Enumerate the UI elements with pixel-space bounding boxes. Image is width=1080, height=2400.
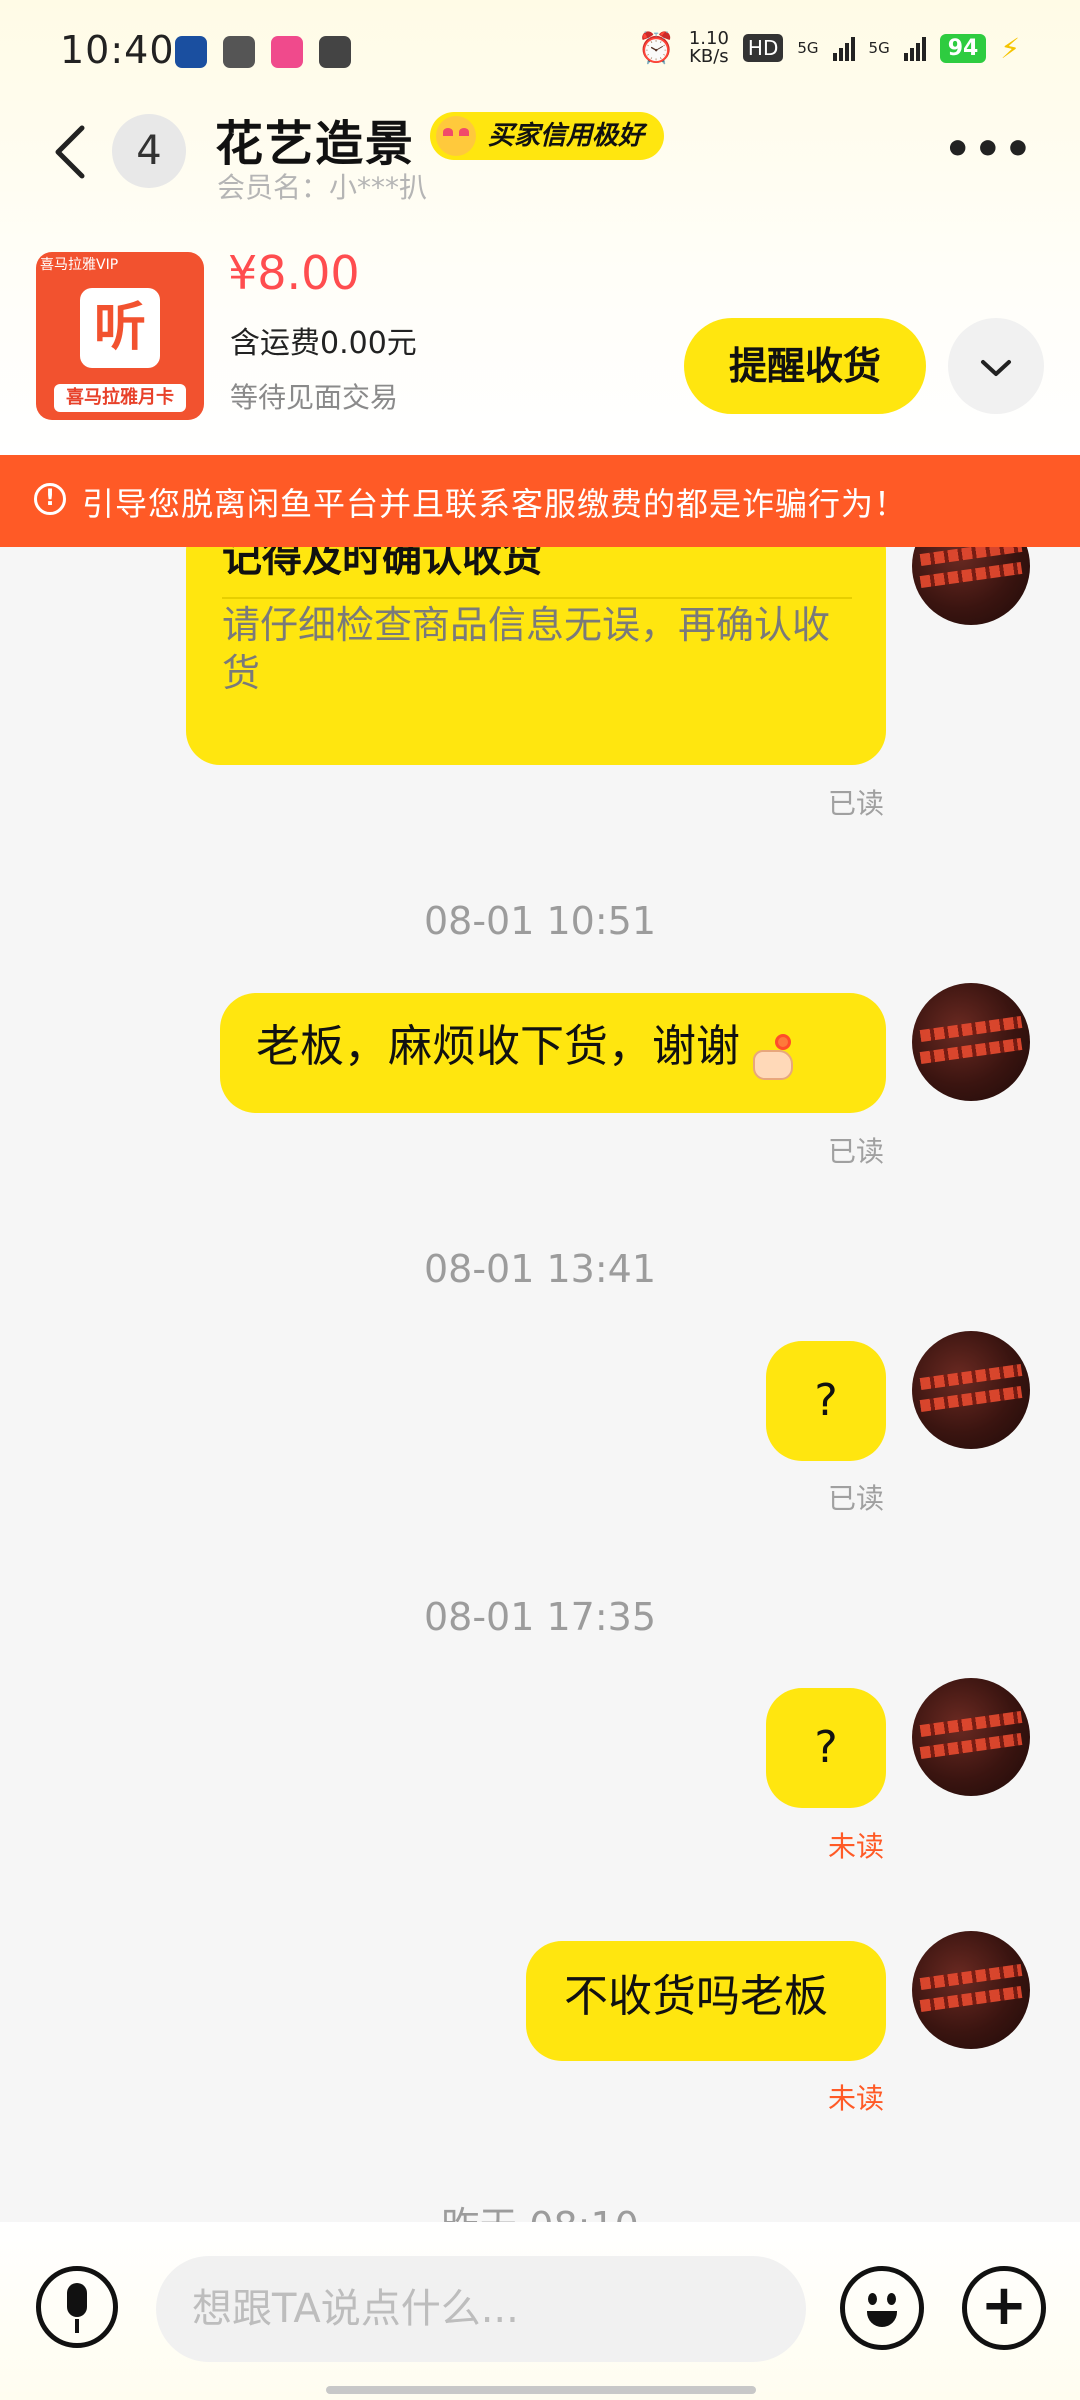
alarm-icon: ⏰ [637, 30, 675, 66]
railway-app-icon [175, 36, 207, 68]
remind-receipt-button[interactable]: 提醒收货 [684, 318, 926, 414]
chevron-down-icon[interactable] [948, 318, 1044, 414]
fraud-warning-banner: ! 引导您脱离闲鱼平台并且联系客服缴费的都是诈骗行为！ [0, 455, 1080, 547]
network-speed-unit: KB/s [689, 46, 729, 67]
message-bubble[interactable]: ? [766, 1688, 886, 1808]
battery-level: 94 [939, 33, 987, 63]
credit-badge[interactable]: 买家信用极好 [430, 112, 665, 160]
product-thumb-tag: 喜马拉雅VIP [40, 257, 119, 273]
status-indicators: ⏰ 1.10 KB/s HD 5G 5G 94 ⚡ [637, 30, 1020, 66]
signal-icon [832, 35, 855, 61]
vivo-app-icon [319, 36, 351, 68]
read-status: 已读 [827, 1482, 884, 1515]
back-arrow-icon[interactable] [48, 122, 100, 182]
more-options-icon[interactable]: ••• [944, 124, 1034, 175]
home-indicator[interactable] [326, 2386, 756, 2394]
product-price: ¥8.00 [228, 246, 360, 300]
deal-status: 等待见面交易 [230, 381, 399, 414]
status-time: 10:40 [60, 28, 175, 72]
status-notification-icons [175, 36, 351, 68]
message-text: ? [814, 1375, 838, 1426]
user-avatar[interactable] [912, 1931, 1030, 2049]
chat-partner-name[interactable]: 花艺造景 [215, 104, 415, 174]
user-avatar[interactable] [912, 983, 1030, 1101]
network-type-1-label: 5G [797, 38, 819, 57]
tip-divider [222, 597, 852, 599]
message-text: 老板，麻烦收下货，谢谢 [256, 1021, 740, 1072]
heart-eyes-emoji-icon [436, 116, 476, 156]
shipping-fee: 含运费0.00元 [230, 326, 417, 361]
thumbs-up-flower-icon [753, 1033, 799, 1080]
user-avatar[interactable] [912, 1331, 1030, 1449]
plus-icon[interactable]: + [962, 2266, 1046, 2350]
user-avatar[interactable] [912, 547, 1030, 625]
unread-status: 未读 [827, 1830, 884, 1863]
message-list[interactable]: 记得及时确认收货 请仔细检查商品信息无误，再确认收货 已读 08-01 10:5… [0, 547, 1080, 2222]
credit-badge-label: 买家信用极好 [488, 121, 645, 151]
input-bar: + [0, 2222, 1080, 2400]
network-type-2: 5G [868, 38, 890, 57]
ximalaya-logo-icon: 听 [80, 288, 160, 368]
network-speed: 1.10 KB/s [689, 30, 729, 66]
member-name: 会员名：小***扒 [217, 171, 428, 204]
fraud-warning-text: 引导您脱离闲鱼平台并且联系客服缴费的都是诈骗行为！ [82, 485, 908, 523]
product-thumbnail[interactable]: 喜马拉雅VIP 听 喜马拉雅月卡 [36, 252, 204, 420]
status-bar: 10:40 ⏰ 1.10 KB/s HD 5G 5G 94 ⚡ [0, 0, 1080, 100]
message-bubble[interactable]: 不收货吗老板 [526, 1941, 886, 2061]
message-text: ? [814, 1722, 838, 1773]
shell-app-icon [223, 36, 255, 68]
charging-icon: ⚡ [1000, 31, 1020, 65]
signal-icon-2 [903, 35, 926, 61]
network-type-1: 5G [797, 38, 819, 57]
chat-header: 4 花艺造景 买家信用极好 会员名：小***扒 ••• [0, 100, 1080, 210]
tip-body: 请仔细检查商品信息无误，再确认收货 [222, 603, 831, 695]
face-app-icon [271, 36, 303, 68]
read-status: 已读 [827, 787, 884, 820]
confirm-receipt-tip-card[interactable]: 记得及时确认收货 请仔细检查商品信息无误，再确认收货 [186, 547, 886, 765]
tip-title: 记得及时确认收货 [222, 547, 542, 581]
unread-status: 未读 [827, 2082, 884, 2115]
message-timestamp: 08-01 13:41 [423, 1247, 656, 1291]
microphone-icon[interactable] [36, 2266, 118, 2348]
warning-icon: ! [34, 483, 66, 515]
user-avatar[interactable] [912, 1678, 1030, 1796]
chat-screen: 10:40 ⏰ 1.10 KB/s HD 5G 5G 94 ⚡ 4 花艺造景 买… [0, 0, 1080, 2400]
message-text: 不收货吗老板 [564, 1971, 828, 2022]
message-timestamp: 昨天 08:10 [0, 2195, 1080, 2222]
message-bubble[interactable]: ? [766, 1341, 886, 1461]
hd-voice-icon: HD [742, 34, 784, 62]
read-status: 已读 [827, 1135, 884, 1168]
unread-count-badge[interactable]: 4 [112, 114, 186, 188]
message-timestamp: 08-01 17:35 [423, 1595, 656, 1639]
emoji-icon[interactable] [840, 2266, 924, 2350]
message-timestamp: 08-01 10:51 [423, 899, 656, 943]
network-type-2-label: 5G [868, 38, 890, 57]
message-bubble[interactable]: 老板，麻烦收下货，谢谢 [220, 993, 886, 1113]
message-input[interactable] [156, 2256, 806, 2362]
product-thumb-label: 喜马拉雅月卡 [54, 384, 186, 412]
